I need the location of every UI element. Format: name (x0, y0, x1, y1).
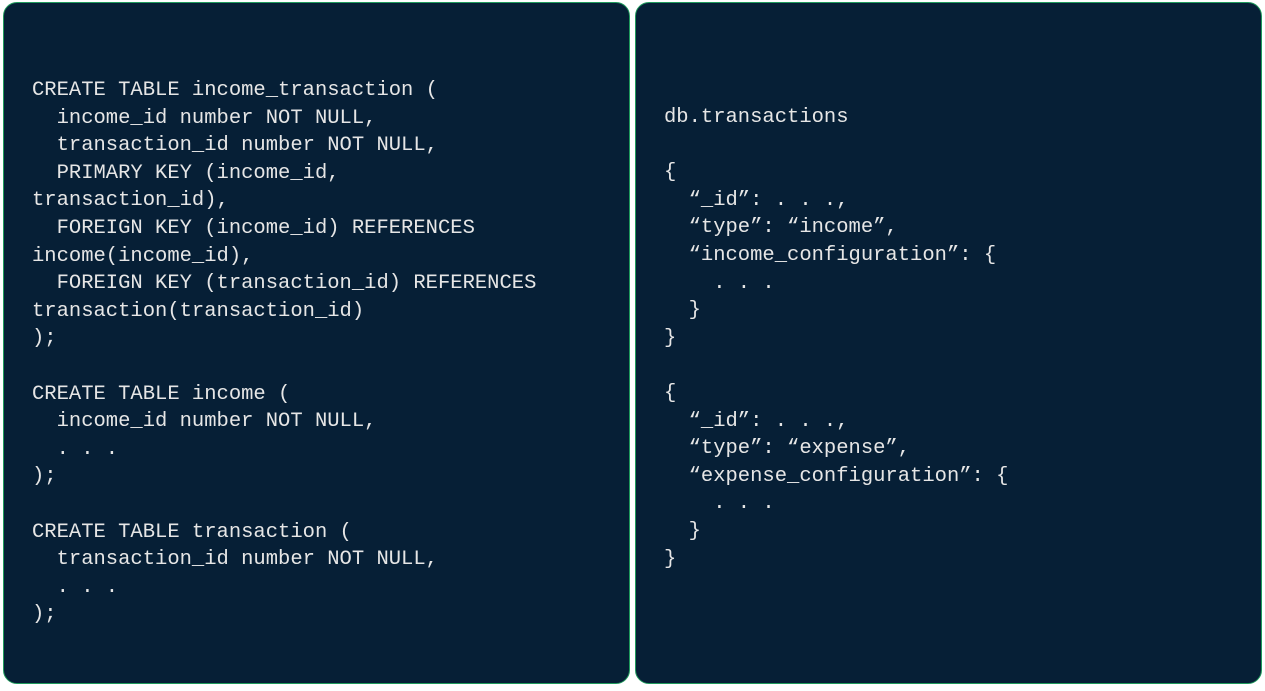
sql-schema-panel: CREATE TABLE income_transaction ( income… (3, 2, 630, 684)
code-line: . . . (664, 492, 775, 516)
mongo-document-panel: db.transactions { “_id”: . . ., “type”: “… (635, 2, 1262, 684)
code-line: CREATE TABLE income_transaction ( (32, 79, 438, 102)
code-line: “type”: “expense”, (664, 437, 911, 461)
code-line: “type”: “income”, (664, 216, 898, 240)
code-line: income(income_id), (32, 244, 254, 268)
code-line: “_id”: . . ., (664, 188, 849, 212)
code-line: transaction(transaction_id) (32, 299, 365, 323)
code-line: transaction_id), (32, 189, 229, 213)
mongo-code-block: db.transactions { “_id”: . . ., “type”: “… (664, 104, 1008, 573)
code-line: transaction_id number NOT NULL, (32, 134, 438, 158)
code-line: } (664, 519, 701, 543)
code-line: CREATE TABLE income ( (32, 382, 291, 406)
code-line: ); (32, 603, 57, 627)
code-line: FOREIGN KEY (income_id) REFERENCES (32, 216, 475, 240)
code-line: “_id”: . . ., (664, 409, 849, 433)
code-line: } (664, 326, 677, 350)
code-line: . . . (664, 271, 775, 295)
code-line: } (664, 299, 701, 323)
sql-code-block: CREATE TABLE income_transaction ( income… (32, 77, 536, 629)
code-line: “income_configuration”: { (664, 243, 997, 267)
code-line: db.transactions (664, 106, 849, 129)
code-line: income_id number NOT NULL, (32, 106, 377, 130)
code-line: ); (32, 327, 57, 351)
code-line: } (664, 547, 677, 571)
code-line: transaction_id number NOT NULL, (32, 548, 438, 572)
code-line: FOREIGN KEY (transaction_id) REFERENCES (32, 272, 537, 296)
code-line: { (664, 381, 677, 405)
code-line: . . . (32, 575, 119, 599)
code-line: { (664, 161, 677, 185)
code-line: ); (32, 465, 57, 489)
code-line: . . . (32, 437, 119, 461)
code-line: “expense_configuration”: { (664, 464, 1009, 488)
code-line: income_id number NOT NULL, (32, 410, 377, 434)
code-line: PRIMARY KEY (income_id, (32, 161, 340, 185)
code-line: CREATE TABLE transaction ( (32, 520, 352, 544)
